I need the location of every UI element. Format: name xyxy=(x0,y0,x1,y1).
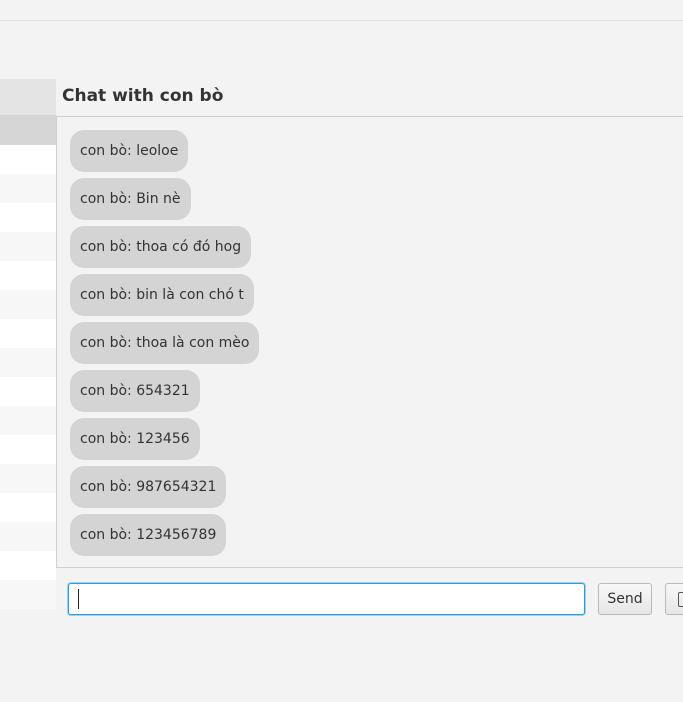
contact-list-rows xyxy=(0,116,56,609)
message-bubble: con bò: 123456 xyxy=(70,418,200,460)
list-item[interactable] xyxy=(0,493,56,522)
list-item[interactable] xyxy=(0,145,56,174)
list-item[interactable] xyxy=(0,348,56,377)
contact-list[interactable] xyxy=(0,79,56,629)
list-item[interactable] xyxy=(0,232,56,261)
message-bubble: con bò: thoa có đó hog xyxy=(70,226,252,268)
list-item[interactable] xyxy=(0,377,56,406)
top-toolbar xyxy=(0,0,683,21)
list-item[interactable] xyxy=(0,580,56,609)
list-item[interactable] xyxy=(0,203,56,232)
message-bubble: con bò: 654321 xyxy=(70,370,200,412)
send-button[interactable]: Send xyxy=(598,583,652,615)
chat-title: Chat with con bò xyxy=(62,86,224,106)
attach-button[interactable] xyxy=(665,583,683,615)
message-input[interactable] xyxy=(68,583,585,615)
message-bubble: con bò: 987654321 xyxy=(70,466,227,508)
list-item[interactable] xyxy=(0,551,56,580)
message-bubble: con bò: 123456789 xyxy=(70,514,227,556)
list-item[interactable] xyxy=(0,406,56,435)
list-item[interactable] xyxy=(0,290,56,319)
message-list[interactable]: con bò: leoloe con bò: Bin nè con bò: th… xyxy=(56,116,683,568)
list-item[interactable] xyxy=(0,261,56,290)
message-bubble: con bò: bin là con chó t xyxy=(70,274,254,316)
text-caret xyxy=(78,589,79,609)
list-item[interactable] xyxy=(0,116,56,145)
message-bubble: con bò: thoa là con mèo xyxy=(70,322,260,364)
list-item[interactable] xyxy=(0,174,56,203)
list-item[interactable] xyxy=(0,319,56,348)
message-bubble: con bò: Bin nè xyxy=(70,178,191,220)
list-item[interactable] xyxy=(0,435,56,464)
list-item[interactable] xyxy=(0,464,56,493)
list-item[interactable] xyxy=(0,522,56,551)
attach-icon xyxy=(678,592,683,607)
message-bubble: con bò: leoloe xyxy=(70,130,189,172)
contact-list-header xyxy=(0,79,56,116)
